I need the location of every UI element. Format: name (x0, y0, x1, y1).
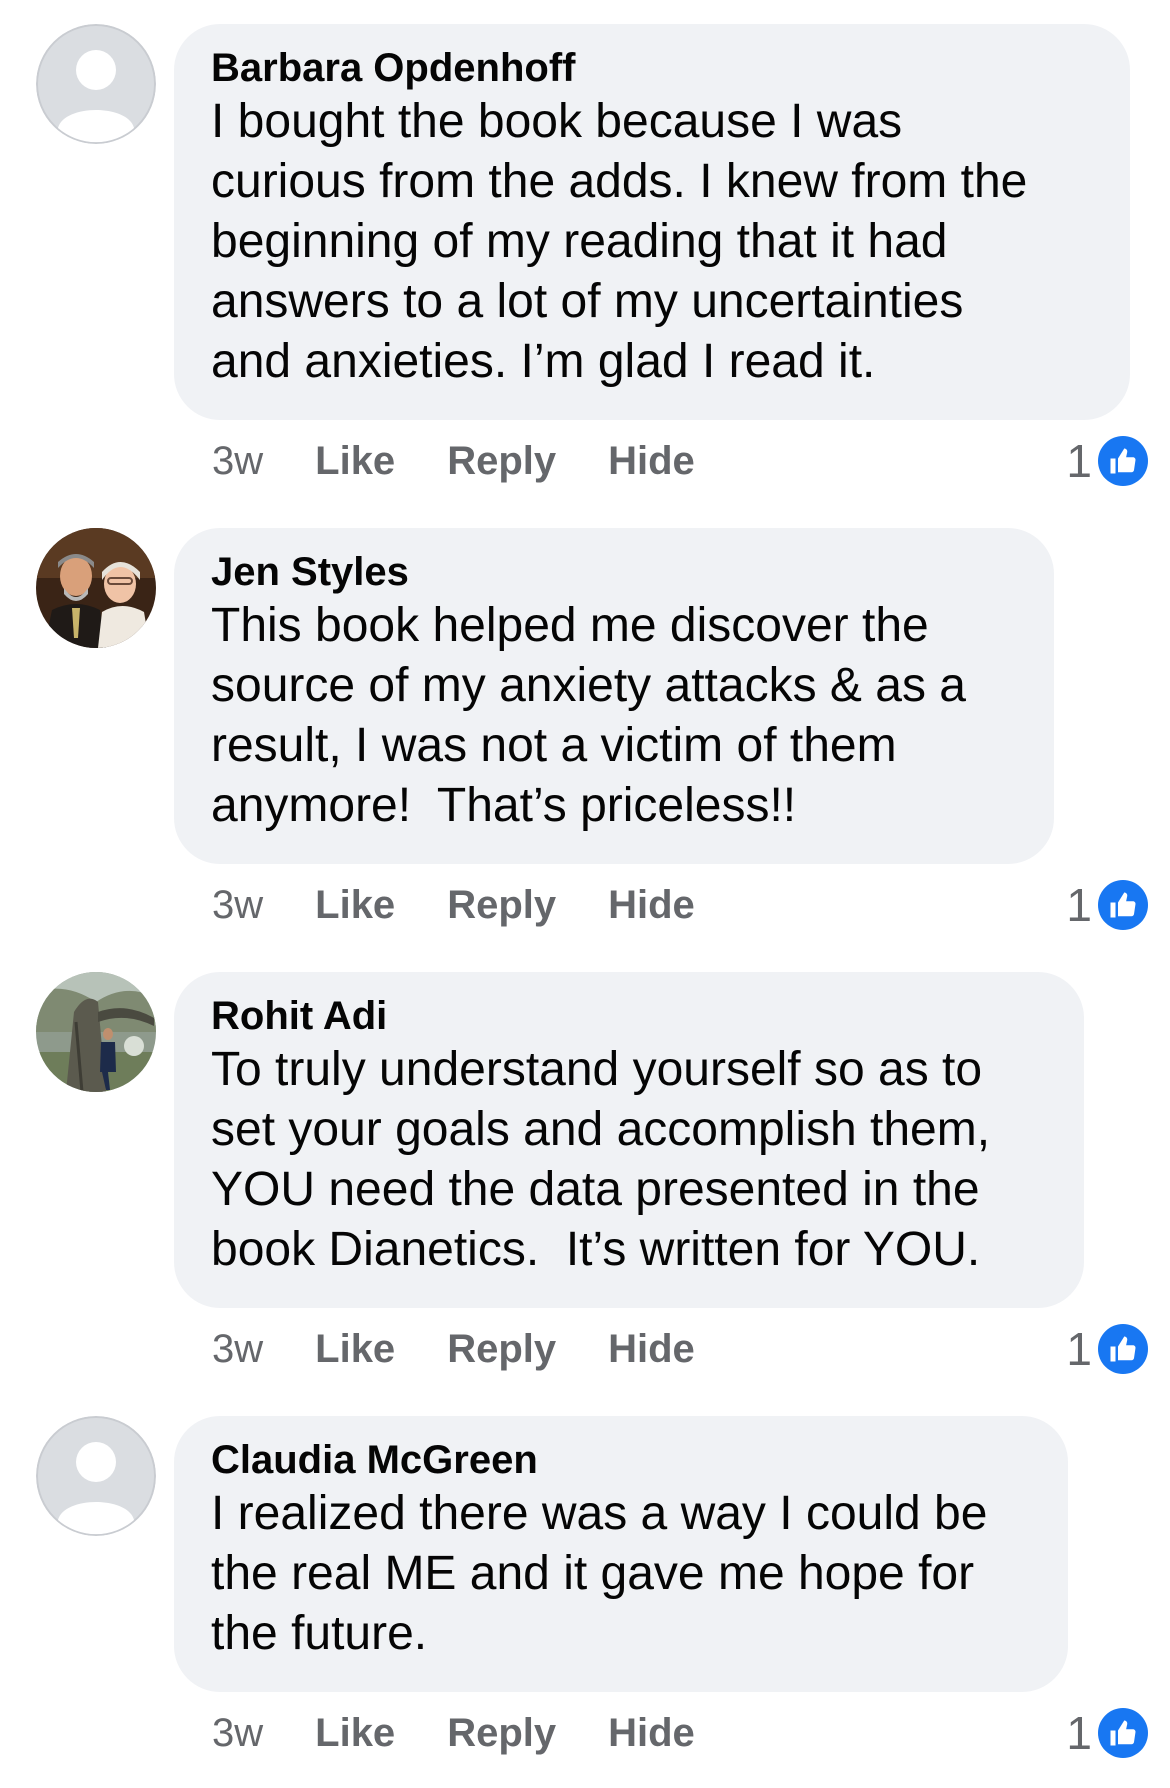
comment-timestamp[interactable]: 3w (212, 436, 263, 486)
reply-button[interactable]: Reply (447, 436, 556, 486)
reaction-summary[interactable]: 1 (1066, 1707, 1148, 1759)
comment-bubble[interactable]: Barbara Opdenhoff I bought the book beca… (174, 24, 1130, 420)
comment-author[interactable]: Rohit Adi (211, 992, 1048, 1040)
reaction-summary[interactable]: 1 (1066, 435, 1148, 487)
comment-actions: 3w Like Reply Hide (212, 880, 747, 930)
reply-button[interactable]: Reply (447, 1324, 556, 1374)
reaction-count: 1 (1066, 879, 1092, 931)
hide-button[interactable]: Hide (608, 880, 695, 930)
comment-author[interactable]: Claudia McGreen (211, 1436, 1032, 1484)
like-button[interactable]: Like (315, 880, 395, 930)
comment-timestamp[interactable]: 3w (212, 880, 263, 930)
reaction-count: 1 (1066, 1323, 1092, 1375)
reaction-count: 1 (1066, 435, 1092, 487)
reaction-summary[interactable]: 1 (1066, 879, 1148, 931)
comment-text: I bought the book because I was curious … (211, 95, 1028, 388)
comment-author[interactable]: Jen Styles (211, 548, 1018, 596)
comment-author[interactable]: Barbara Opdenhoff (211, 44, 1094, 92)
default-avatar-icon (36, 1416, 156, 1536)
hide-button[interactable]: Hide (608, 1708, 695, 1758)
like-reaction-icon (1098, 1324, 1148, 1374)
comment-text: This book helped me discover the source … (211, 599, 966, 832)
default-avatar-icon (36, 24, 156, 144)
hide-button[interactable]: Hide (608, 436, 695, 486)
hide-button[interactable]: Hide (608, 1324, 695, 1374)
like-button[interactable]: Like (315, 1708, 395, 1758)
reply-button[interactable]: Reply (447, 1708, 556, 1758)
like-button[interactable]: Like (315, 436, 395, 486)
comment-timestamp[interactable]: 3w (212, 1708, 263, 1758)
profile-photo-icon (36, 972, 156, 1092)
comment-actions: 3w Like Reply Hide (212, 1708, 747, 1758)
reply-button[interactable]: Reply (447, 880, 556, 930)
comment-actions: 3w Like Reply Hide (212, 1324, 747, 1374)
avatar[interactable] (36, 528, 156, 648)
comment-timestamp[interactable]: 3w (212, 1324, 263, 1374)
like-button[interactable]: Like (315, 1324, 395, 1374)
like-reaction-icon (1098, 1708, 1148, 1758)
reaction-count: 1 (1066, 1707, 1092, 1759)
avatar[interactable] (36, 1416, 156, 1536)
like-reaction-icon (1098, 436, 1148, 486)
like-reaction-icon (1098, 880, 1148, 930)
comment-actions: 3w Like Reply Hide (212, 436, 747, 486)
reaction-summary[interactable]: 1 (1066, 1323, 1148, 1375)
profile-photo-icon (36, 528, 156, 648)
avatar[interactable] (36, 24, 156, 144)
avatar[interactable] (36, 972, 156, 1092)
comment-bubble[interactable]: Rohit Adi To truly understand yourself s… (174, 972, 1084, 1308)
comment-text: To truly understand yourself so as to se… (211, 1043, 991, 1276)
comment-bubble[interactable]: Claudia McGreen I realized there was a w… (174, 1416, 1068, 1692)
comment-text: I realized there was a way I could be th… (211, 1487, 988, 1660)
comment-bubble[interactable]: Jen Styles This book helped me discover … (174, 528, 1054, 864)
